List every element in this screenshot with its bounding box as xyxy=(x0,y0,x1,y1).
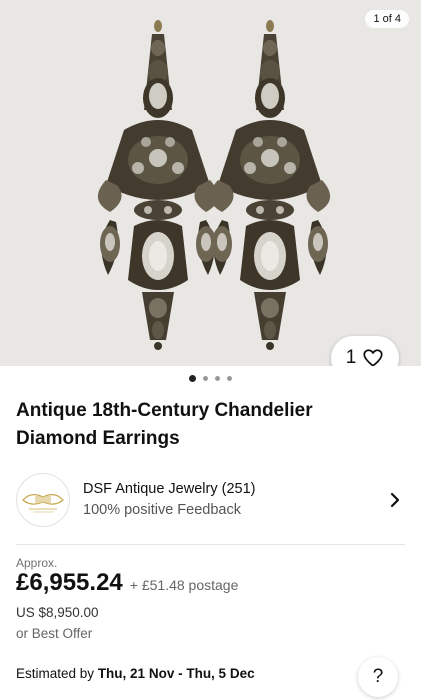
watch-count: 1 xyxy=(345,347,357,366)
image-gallery[interactable]: 1 of 4 1 xyxy=(0,0,421,366)
chevron-right-icon[interactable] xyxy=(385,490,405,510)
heart-icon xyxy=(363,349,383,366)
image-counter: 1 of 4 xyxy=(365,10,409,28)
divider xyxy=(16,544,405,545)
usd-price: US $8,950.00 xyxy=(16,605,99,620)
delivery-prefix: Estimated by xyxy=(16,666,95,681)
gallery-pagination xyxy=(0,375,421,382)
approx-label: Approx. xyxy=(16,556,58,570)
seller-row[interactable]: DSF Antique Jewelry (251) 100% positive … xyxy=(16,470,405,530)
seller-feedback: 100% positive Feedback xyxy=(83,502,241,518)
pagination-dot[interactable] xyxy=(215,376,220,381)
delivery-estimate: Estimated by Thu, 21 Nov - Thu, 5 Dec xyxy=(16,666,255,681)
pagination-dot[interactable] xyxy=(203,376,208,381)
help-button[interactable]: ? xyxy=(358,657,398,697)
pagination-dot[interactable] xyxy=(227,376,232,381)
postage-cost: + £51.48 postage xyxy=(129,577,239,593)
pagination-dot-active[interactable] xyxy=(189,375,196,382)
item-price: £6,955.24 xyxy=(16,569,123,596)
delivery-dates: Thu, 21 Nov - Thu, 5 Dec xyxy=(97,666,255,681)
listing-title: Antique 18th-Century Chandelier Diamond … xyxy=(16,400,313,449)
product-photo xyxy=(0,0,421,366)
seller-logo-icon xyxy=(16,473,70,527)
watch-button[interactable]: 1 xyxy=(331,336,399,366)
best-offer-label: or Best Offer xyxy=(16,626,93,641)
price-row: £6,955.24 + £51.48 postage xyxy=(16,569,238,597)
seller-name[interactable]: DSF Antique Jewelry (251) xyxy=(83,479,385,499)
